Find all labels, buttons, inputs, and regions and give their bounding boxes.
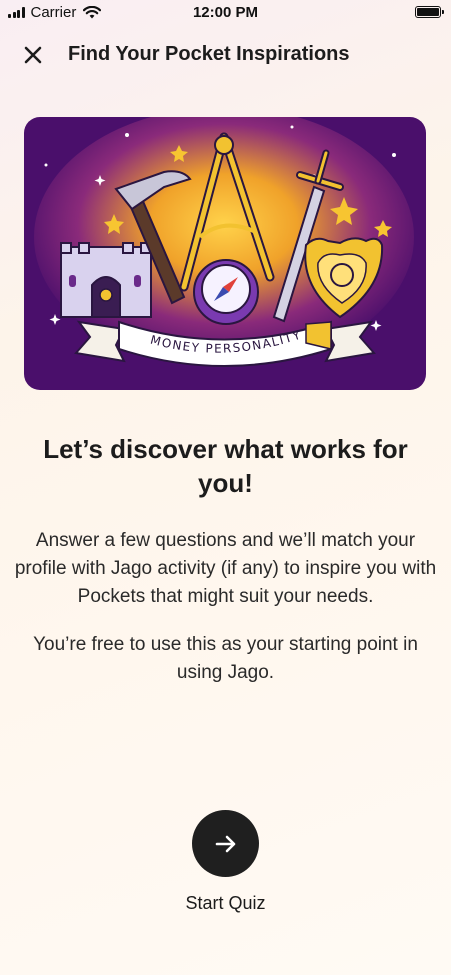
start-quiz-label[interactable]: Start Quiz [0, 893, 451, 914]
battery-icon [415, 6, 444, 18]
carrier-label: Carrier [30, 4, 77, 21]
castle-icon [60, 242, 152, 318]
money-personality-illustration: MONEY PERSONALITY [24, 117, 426, 390]
illustration-svg: MONEY PERSONALITY [24, 117, 426, 390]
close-icon [24, 46, 42, 64]
note-paragraph: You’re free to use this as your starting… [33, 634, 418, 683]
headline: Let’s discover what works for you! [43, 434, 408, 498]
wifi-icon [83, 6, 102, 19]
arrow-right-icon [215, 835, 235, 852]
status-bar: Carrier 12:00 PM [0, 0, 451, 26]
page-title: Find Your Pocket Inspirations [68, 43, 350, 65]
close-button[interactable] [20, 42, 46, 68]
description-paragraph: Answer a few questions and we’ll match y… [14, 530, 437, 607]
status-left: Carrier [8, 4, 102, 21]
navigation-compass-icon [193, 259, 259, 325]
signal-icon [8, 7, 25, 18]
nav-bar: Find Your Pocket Inspirations [0, 40, 451, 70]
start-quiz-button[interactable] [192, 810, 259, 877]
